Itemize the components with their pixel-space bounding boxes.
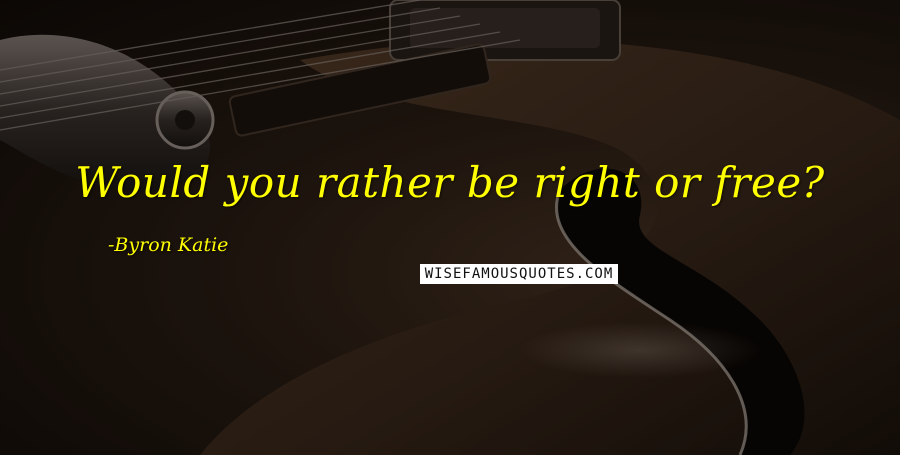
guitar-background [0,0,900,455]
quote-image: Would you rather be right or free? -Byro… [0,0,900,455]
quote-text: Would you rather be right or free? [75,158,825,207]
quote-author: -Byron Katie [108,234,229,256]
watermark-logo: WISEFAMOUSQUOTES.COM [420,264,618,284]
author-name: Byron Katie [114,234,229,256]
